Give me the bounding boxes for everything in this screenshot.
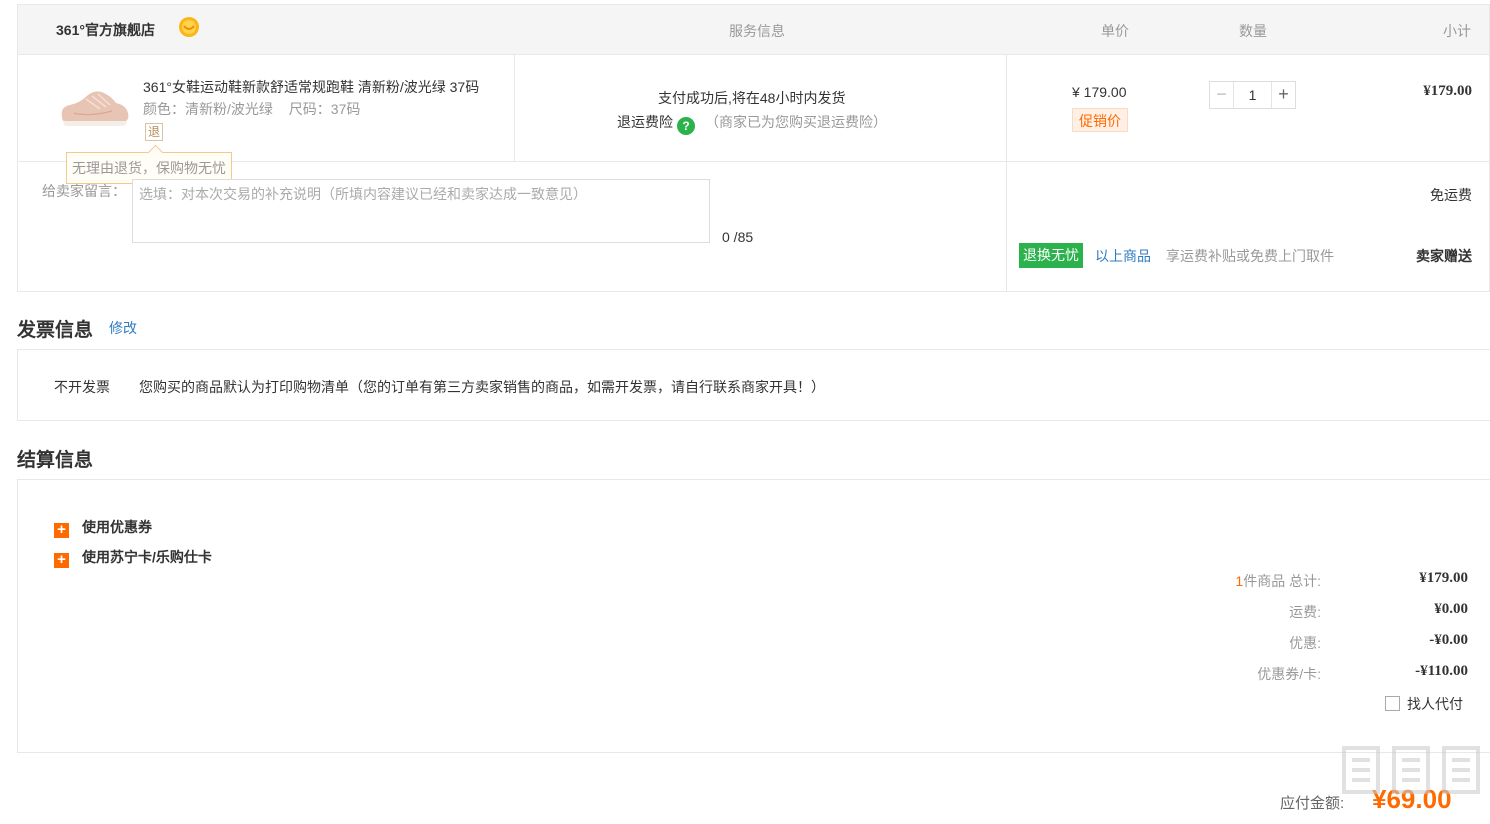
invoice-description: 您购买的商品默认为打印购物清单（您的订单有第三方卖家销售的商品，如需开发票，请自… bbox=[139, 379, 825, 395]
unit-price: ¥ 179.00 bbox=[1072, 84, 1127, 100]
use-coupon-toggle[interactable]: + 使用优惠券 bbox=[54, 517, 152, 538]
items-total-text: 件商品 总计: bbox=[1243, 573, 1321, 589]
settlement-section-title: 结算信息 bbox=[17, 450, 94, 471]
promo-badge: 促销价 bbox=[1072, 108, 1128, 132]
amount-due-value: ¥69.00 bbox=[1372, 784, 1452, 814]
use-coupon-label: 使用优惠券 bbox=[82, 519, 152, 535]
store-name[interactable]: 361°官方旗舰店 bbox=[56, 20, 155, 40]
discount-value: -¥0.00 bbox=[1429, 632, 1468, 648]
increase-quantity-button[interactable]: + bbox=[1271, 82, 1295, 108]
quantity-input[interactable]: 1 bbox=[1234, 82, 1271, 108]
invoice-section-title: 发票信息 bbox=[17, 320, 94, 341]
return-insurance: 退运费险? （商家已为您购买退运费险） bbox=[617, 112, 887, 135]
product-size: 尺码：37码 bbox=[288, 101, 361, 117]
store-header: 361°官方旗舰店 服务信息 单价 数量 小计 bbox=[17, 4, 1490, 55]
use-card-toggle[interactable]: + 使用苏宁卡/乐购仕卡 bbox=[54, 547, 212, 568]
product-attributes: 颜色：清新粉/波光绿 尺码：37码 bbox=[143, 99, 360, 119]
shipping-promise: 支付成功后,将在48小时内发货 bbox=[658, 90, 846, 106]
decrease-quantity-button[interactable]: − bbox=[1210, 82, 1234, 108]
product-title[interactable]: 361°女鞋运动鞋新款舒适常规跑鞋 清新粉/波光绿 37码 bbox=[143, 77, 503, 97]
freight-label: 运费: bbox=[1289, 604, 1321, 620]
help-icon[interactable]: ? bbox=[677, 117, 695, 135]
expand-plus-icon: + bbox=[54, 552, 69, 568]
column-unit-price-header: 单价 bbox=[1101, 23, 1129, 39]
column-subtotal-header: 小计 bbox=[1443, 23, 1471, 39]
checkbox-icon[interactable] bbox=[1385, 696, 1400, 711]
product-image[interactable] bbox=[56, 83, 134, 133]
divider bbox=[1006, 55, 1007, 292]
seller-gift-label: 卖家赠送 bbox=[1416, 248, 1472, 264]
settlement-panel: + 使用优惠券 + 使用苏宁卡/乐购仕卡 1件商品 总计: ¥179.00 运费: … bbox=[17, 479, 1490, 753]
edit-invoice-link[interactable]: 修改 bbox=[109, 318, 137, 338]
seller-message-input[interactable] bbox=[132, 179, 710, 243]
items-total-value: ¥179.00 bbox=[1419, 570, 1468, 586]
items-total-label: 1件商品 总计: bbox=[1235, 571, 1321, 591]
column-quantity-header: 数量 bbox=[1239, 23, 1267, 39]
amount-due-label: 应付金额: bbox=[1280, 795, 1345, 812]
coupon-card-value: -¥110.00 bbox=[1415, 663, 1468, 679]
invoice-type: 不开发票 bbox=[54, 379, 110, 395]
pay-for-other-checkbox[interactable]: 找人代付 bbox=[1385, 694, 1463, 714]
product-panel: 361°女鞋运动鞋新款舒适常规跑鞋 清新粉/波光绿 37码 颜色：清新粉/波光绿… bbox=[17, 55, 1490, 292]
divider bbox=[18, 161, 1490, 162]
pay-for-other-label: 找人代付 bbox=[1407, 696, 1463, 712]
item-subtotal: ¥179.00 bbox=[1423, 83, 1472, 99]
message-label: 给卖家留言： bbox=[42, 183, 126, 199]
return-tag[interactable]: 退 bbox=[145, 123, 163, 141]
coupon-card-label: 优惠券/卡: bbox=[1257, 666, 1321, 682]
above-items-link[interactable]: 以上商品 bbox=[1095, 246, 1151, 266]
product-color: 颜色：清新粉/波光绿 bbox=[143, 101, 273, 117]
discount-label: 优惠: bbox=[1289, 635, 1321, 651]
invoice-panel: 不开发票 您购买的商品默认为打印购物清单（您的订单有第三方卖家销售的商品，如需开… bbox=[17, 349, 1490, 421]
message-counter: 0 /85 bbox=[722, 229, 754, 245]
column-service-header: 服务信息 bbox=[729, 23, 785, 39]
store-badge-icon bbox=[177, 16, 201, 38]
free-shipping-label: 免运费 bbox=[1430, 187, 1472, 203]
use-card-label: 使用苏宁卡/乐购仕卡 bbox=[82, 549, 212, 565]
quantity-stepper: − 1 + bbox=[1209, 81, 1296, 109]
worry-free-return-badge: 退换无忧 bbox=[1019, 243, 1083, 268]
expand-plus-icon: + bbox=[54, 522, 69, 538]
return-insurance-note: （商家已为您购买退运费险） bbox=[705, 114, 887, 130]
freight-value: ¥0.00 bbox=[1434, 601, 1468, 617]
shipping-subsidy-desc: 享运费补贴或免费上门取件 bbox=[1166, 248, 1334, 264]
return-insurance-label: 退运费险 bbox=[617, 114, 673, 130]
divider bbox=[514, 55, 515, 161]
